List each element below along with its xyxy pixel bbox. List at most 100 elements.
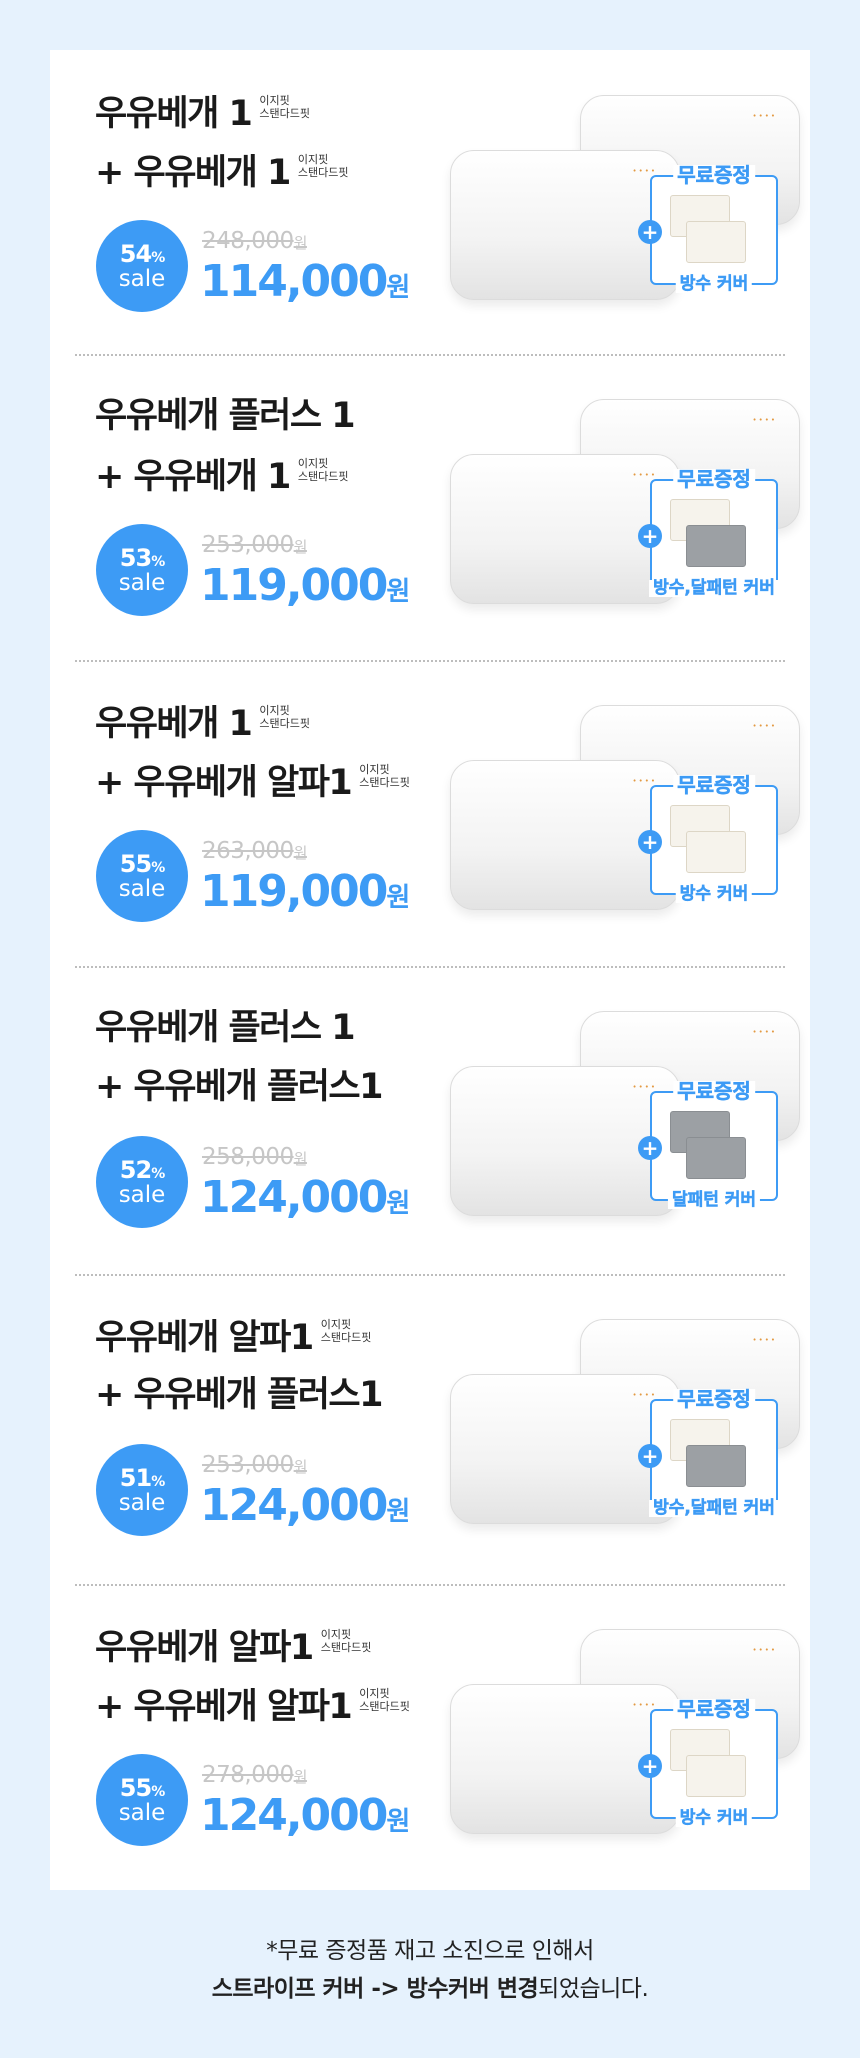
bundle-line-1: 우유베개 알파1 이지핏 스탠다드핏 <box>95 1628 372 1669</box>
product-name: 우유베개 플러스 1 <box>95 396 356 436</box>
cover-pack-image <box>686 525 746 567</box>
discount-percent: 53% <box>119 543 165 572</box>
product-name: + 우유베개 플러스1 <box>95 1067 383 1107</box>
fit-label: 이지핏 스탠다드핏 <box>359 763 410 789</box>
bundle-section[interactable]: 우유베개 플러스 1 + 우유베개 플러스1 52% sale 258,000원 124,… <box>50 966 810 1270</box>
discount-percent: 54% <box>119 239 165 268</box>
product-name: 우유베개 플러스 1 <box>95 1008 356 1048</box>
sale-price: 119,000원 <box>200 560 411 611</box>
bundle-section[interactable]: 우유베개 알파1 이지핏 스탠다드핏 + 우유베개 플러스1 51% sale 253,00… <box>50 1274 810 1578</box>
bundle-section[interactable]: 우유베개 플러스 1 + 우유베개 1 이지핏 스탠다드핏 53% sale 253,000… <box>50 354 810 658</box>
sale-label: sale <box>118 1489 166 1516</box>
bundle-section[interactable]: 우유베개 1 이지핏 스탠다드핏 + 우유베개 1 이지핏 스탠다드핏 54% sale 248… <box>50 50 810 354</box>
bundle-line-2: + 우유베개 알파1 이지핏 스탠다드핏 <box>95 1687 410 1728</box>
discount-percent: 52% <box>119 1155 165 1184</box>
discount-percent: 51% <box>119 1463 165 1492</box>
sale-label: sale <box>118 265 166 292</box>
sale-price: 124,000원 <box>200 1172 411 1223</box>
sale-price: 124,000원 <box>200 1480 411 1531</box>
gift-cover-label: 방수 커버 <box>675 1809 753 1827</box>
original-price: 263,000원 <box>202 838 307 864</box>
free-gift-label: 무료증정 <box>673 1389 755 1409</box>
bundle-line-2: + 우유베개 플러스1 <box>95 1375 383 1415</box>
bundle-line-1: 우유베개 알파1 이지핏 스탠다드핏 <box>95 1318 372 1359</box>
discount-badge: 54% sale <box>96 220 188 312</box>
product-name: + 우유베개 알파1 <box>95 763 353 804</box>
notice-rest: 되었습니다. <box>538 1976 649 2002</box>
fit-label: 이지핏 스탠다드핏 <box>359 1687 410 1713</box>
bundle-line-1: 우유베개 1 이지핏 스탠다드핏 <box>95 704 310 745</box>
product-image: •••• •••• + 무료증정 방수,달패턴 커버 <box>440 1319 810 1534</box>
product-name: + 우유베개 1 <box>95 153 291 194</box>
product-image: •••• •••• + 무료증정 방수 커버 <box>440 95 810 310</box>
sale-price: 119,000원 <box>200 866 411 917</box>
bundle-section[interactable]: 우유베개 알파1 이지핏 스탠다드핏 + 우유베개 알파1 이지핏 스탠다드핏 55% sal… <box>50 1584 810 1888</box>
sale-label: sale <box>118 569 166 596</box>
product-name: 우유베개 알파1 <box>95 1318 314 1359</box>
sale-price: 124,000원 <box>200 1790 411 1841</box>
gift-cover-label: 방수 커버 <box>675 885 753 903</box>
bundle-line-2: + 우유베개 알파1 이지핏 스탠다드핏 <box>95 763 410 804</box>
discount-badge: 55% sale <box>96 1754 188 1846</box>
product-image: •••• •••• + 무료증정 방수 커버 <box>440 705 810 920</box>
product-image: •••• •••• + 무료증정 달패턴 커버 <box>440 1011 810 1226</box>
product-name: 우유베개 1 <box>95 94 253 135</box>
fit-label: 이지핏 스탠다드핏 <box>297 457 349 483</box>
sale-label: sale <box>118 875 166 902</box>
free-gift-label: 무료증정 <box>673 469 755 489</box>
bundle-line-1: 우유베개 플러스 1 <box>95 1008 356 1048</box>
product-name: + 우유베개 플러스1 <box>95 1375 383 1415</box>
cover-pack-image <box>686 1445 746 1487</box>
bundle-line-2: + 우유베개 플러스1 <box>95 1067 383 1107</box>
gift-cover-label: 방수,달패턴 커버 <box>649 579 779 597</box>
fit-label: 이지핏 스탠다드핏 <box>320 1628 372 1654</box>
gift-cover-label: 방수,달패턴 커버 <box>649 1499 779 1517</box>
free-gift-box: + 무료증정 달패턴 커버 <box>638 1081 778 1209</box>
product-image: •••• •••• + 무료증정 방수,달패턴 커버 <box>440 399 810 614</box>
product-name: 우유베개 1 <box>95 704 253 745</box>
plus-icon: + <box>638 524 662 548</box>
cover-pack-image <box>686 1137 746 1179</box>
notice-text: *무료 증정품 재고 소진으로 인해서 스트라이프 커버 -> 방수커버 변경되… <box>0 1932 860 2008</box>
free-gift-box: + 무료증정방수,달패턴 커버 <box>638 1389 779 1517</box>
product-name: + 우유베개 1 <box>95 457 291 498</box>
plus-icon: + <box>638 830 662 854</box>
product-name: 우유베개 알파1 <box>95 1628 314 1669</box>
bundle-line-2: + 우유베개 1 이지핏 스탠다드핏 <box>95 153 349 194</box>
discount-percent: 55% <box>119 1773 165 1802</box>
cover-pack-image <box>686 1755 746 1797</box>
original-price: 253,000원 <box>202 1452 307 1478</box>
fit-label: 이지핏 스탠다드핏 <box>259 704 310 730</box>
free-gift-box: + 무료증정방수 커버 <box>638 775 778 903</box>
sale-label: sale <box>118 1799 166 1826</box>
fit-label: 이지핏 스탠다드핏 <box>320 1318 372 1344</box>
discount-badge: 53% sale <box>96 524 188 616</box>
plus-icon: + <box>638 1444 662 1468</box>
notice-line-1: *무료 증정품 재고 소진으로 인해서 <box>266 1938 594 1964</box>
notice-emphasis: 스트라이프 커버 -> 방수커버 변경 <box>211 1976 539 2002</box>
bundle-section[interactable]: 우유베개 1 이지핏 스탠다드핏 + 우유베개 알파1 이지핏 스탠다드핏 55% sale 2… <box>50 660 810 964</box>
bundle-line-1: 우유베개 1 이지핏 스탠다드핏 <box>95 94 310 135</box>
product-name: + 우유베개 알파1 <box>95 1687 353 1728</box>
bundle-line-2: + 우유베개 1 이지핏 스탠다드핏 <box>95 457 349 498</box>
gift-cover-label: 방수 커버 <box>675 275 753 293</box>
cover-pack-image <box>686 221 746 263</box>
sale-label: sale <box>118 1181 166 1208</box>
plus-icon: + <box>638 1754 662 1778</box>
fit-label: 이지핏 스탠다드핏 <box>297 153 349 179</box>
sale-price: 114,000원 <box>200 256 411 307</box>
free-gift-label: 무료증정 <box>673 1699 755 1719</box>
free-gift-box: + 무료증정방수,달패턴 커버 <box>638 469 779 597</box>
cover-pack-image <box>686 831 746 873</box>
original-price: 258,000원 <box>202 1144 307 1170</box>
product-image: •••• •••• + 무료증정 방수 커버 <box>440 1629 810 1844</box>
original-price: 253,000원 <box>202 532 307 558</box>
free-gift-label: 무료증정 <box>673 775 755 795</box>
free-gift-label: 무료증정 <box>673 1081 755 1101</box>
discount-percent: 55% <box>119 849 165 878</box>
free-gift-box: + 무료증정 방수 커버 <box>638 165 778 293</box>
plus-icon: + <box>638 220 662 244</box>
notice-line-2: 스트라이프 커버 -> 방수커버 변경되었습니다. <box>0 1970 860 2008</box>
gift-cover-label: 달패턴 커버 <box>667 1191 761 1209</box>
bundle-line-1: 우유베개 플러스 1 <box>95 396 356 436</box>
